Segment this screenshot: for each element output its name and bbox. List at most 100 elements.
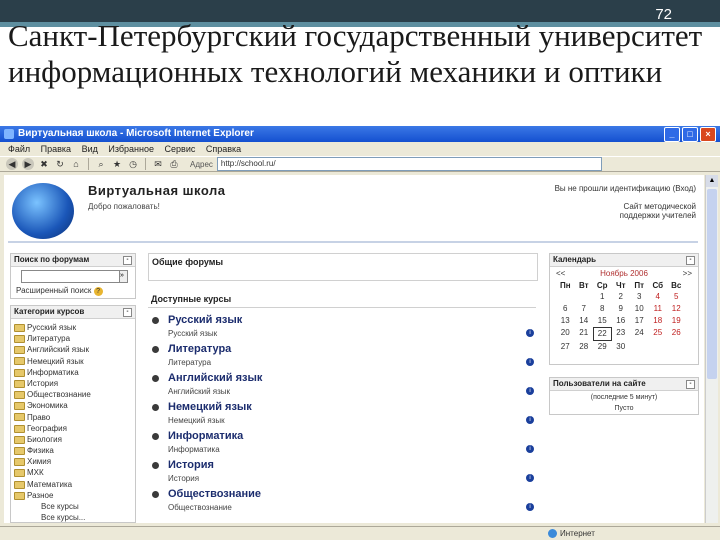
- home-icon[interactable]: ⌂: [70, 158, 82, 170]
- info-icon[interactable]: i: [526, 358, 534, 366]
- category-item[interactable]: Английский язык: [14, 344, 135, 355]
- calendar-month[interactable]: Ноябрь 2006: [600, 267, 648, 280]
- course-link[interactable]: Английский язык: [168, 372, 262, 384]
- category-label: Биология: [27, 434, 62, 444]
- calendar-day[interactable]: 24: [630, 327, 649, 339]
- forward-icon[interactable]: ▶: [22, 158, 34, 170]
- search-go-button[interactable]: »: [119, 270, 128, 283]
- collapse-icon[interactable]: -: [123, 256, 132, 265]
- menu-view[interactable]: Вид: [82, 144, 98, 154]
- calendar-day[interactable]: 18: [649, 315, 668, 327]
- calendar-day[interactable]: 11: [649, 303, 668, 315]
- calendar-day[interactable]: 12: [667, 303, 686, 315]
- info-icon[interactable]: i: [526, 416, 534, 424]
- calendar-day[interactable]: 13: [556, 315, 575, 327]
- favorites-icon[interactable]: ★: [111, 158, 123, 170]
- login-info-link[interactable]: Вы не прошли идентификацию (Вход): [555, 184, 696, 193]
- print-icon[interactable]: ⎙: [168, 158, 180, 170]
- calendar-day[interactable]: 23: [612, 327, 631, 339]
- category-subitem[interactable]: Все курсы: [11, 501, 135, 512]
- scroll-up-icon[interactable]: ▲: [706, 175, 718, 187]
- category-item[interactable]: Право: [14, 412, 135, 423]
- calendar-day[interactable]: 2: [612, 291, 631, 303]
- calendar-day[interactable]: 30: [612, 341, 631, 353]
- calendar-day[interactable]: 4: [649, 291, 668, 303]
- category-item[interactable]: География: [14, 423, 135, 434]
- calendar-day[interactable]: 20: [556, 327, 575, 339]
- advanced-search-link[interactable]: Расширенный поиск ?: [16, 286, 103, 296]
- calendar-day[interactable]: 27: [556, 341, 575, 353]
- calendar-day[interactable]: 16: [612, 315, 631, 327]
- calendar-day[interactable]: 19: [667, 315, 686, 327]
- calendar-day[interactable]: 6: [556, 303, 575, 315]
- help-icon[interactable]: ?: [93, 287, 103, 296]
- category-item[interactable]: Немецкий язык: [14, 356, 135, 367]
- category-item[interactable]: Русский язык: [14, 322, 135, 333]
- course-link[interactable]: История: [168, 459, 214, 471]
- collapse-icon[interactable]: -: [123, 308, 132, 317]
- info-icon[interactable]: i: [526, 387, 534, 395]
- info-icon[interactable]: i: [526, 474, 534, 482]
- history-icon[interactable]: ◷: [127, 158, 139, 170]
- category-item[interactable]: Химия: [14, 456, 135, 467]
- prev-month-button[interactable]: <<: [556, 267, 565, 280]
- collapse-icon[interactable]: -: [686, 256, 695, 265]
- category-item[interactable]: Физика: [14, 445, 135, 456]
- category-item[interactable]: Обществознание: [14, 389, 135, 400]
- calendar-day[interactable]: 22: [593, 327, 612, 341]
- course-link[interactable]: Литература: [168, 343, 231, 355]
- category-item[interactable]: Математика: [14, 479, 135, 490]
- course-link[interactable]: Информатика: [168, 430, 243, 442]
- refresh-icon[interactable]: ↻: [54, 158, 66, 170]
- calendar-day[interactable]: 29: [593, 341, 612, 353]
- info-icon[interactable]: i: [526, 503, 534, 511]
- menu-help[interactable]: Справка: [206, 144, 241, 154]
- category-item[interactable]: Литература: [14, 333, 135, 344]
- collapse-icon[interactable]: -: [686, 380, 695, 389]
- calendar-day[interactable]: 10: [630, 303, 649, 315]
- menu-favorites[interactable]: Избранное: [108, 144, 154, 154]
- calendar-day[interactable]: 25: [649, 327, 668, 339]
- course-link[interactable]: Русский язык: [168, 314, 242, 326]
- mail-icon[interactable]: ✉: [152, 158, 164, 170]
- menu-edit[interactable]: Правка: [41, 144, 71, 154]
- menu-tools[interactable]: Сервис: [165, 144, 196, 154]
- calendar-day[interactable]: 28: [575, 341, 594, 353]
- address-bar[interactable]: http://school.ru/: [216, 157, 602, 171]
- calendar-day[interactable]: 17: [630, 315, 649, 327]
- search-icon[interactable]: ⌕: [95, 158, 107, 170]
- calendar-day[interactable]: 1: [593, 291, 612, 303]
- category-item[interactable]: История: [14, 378, 135, 389]
- course-link[interactable]: Обществознание: [168, 488, 261, 500]
- category-item[interactable]: Информатика: [14, 367, 135, 378]
- close-button[interactable]: ×: [700, 127, 716, 142]
- stop-icon[interactable]: ✖: [38, 158, 50, 170]
- menu-file[interactable]: Файл: [8, 144, 30, 154]
- info-icon[interactable]: i: [526, 329, 534, 337]
- calendar-day[interactable]: 3: [630, 291, 649, 303]
- info-icon[interactable]: i: [526, 445, 534, 453]
- folder-icon: [14, 446, 25, 455]
- next-month-button[interactable]: >>: [683, 267, 692, 280]
- maximize-button[interactable]: □: [682, 127, 698, 142]
- calendar-day[interactable]: 5: [667, 291, 686, 303]
- minimize-button[interactable]: _: [664, 127, 680, 142]
- calendar-day[interactable]: 9: [612, 303, 631, 315]
- category-item[interactable]: Экономика: [14, 400, 135, 411]
- calendar-day[interactable]: 21: [575, 327, 594, 339]
- category-item[interactable]: Разное: [14, 490, 135, 501]
- calendar-day[interactable]: 14: [575, 315, 594, 327]
- calendar-day[interactable]: 8: [593, 303, 612, 315]
- search-input[interactable]: [21, 270, 121, 283]
- support-link[interactable]: Сайт методической поддержки учителей: [586, 202, 696, 220]
- calendar-day[interactable]: 15: [593, 315, 612, 327]
- calendar-day[interactable]: 26: [667, 327, 686, 339]
- category-item[interactable]: Биология: [14, 434, 135, 445]
- page-scrollbar[interactable]: ▲: [705, 175, 718, 523]
- calendar-day[interactable]: 7: [575, 303, 594, 315]
- all-courses-link[interactable]: Все курсы...: [11, 512, 135, 523]
- course-link[interactable]: Немецкий язык: [168, 401, 252, 413]
- back-icon[interactable]: ◀: [6, 158, 18, 170]
- category-item[interactable]: МХК: [14, 467, 135, 478]
- scroll-thumb[interactable]: [707, 189, 717, 379]
